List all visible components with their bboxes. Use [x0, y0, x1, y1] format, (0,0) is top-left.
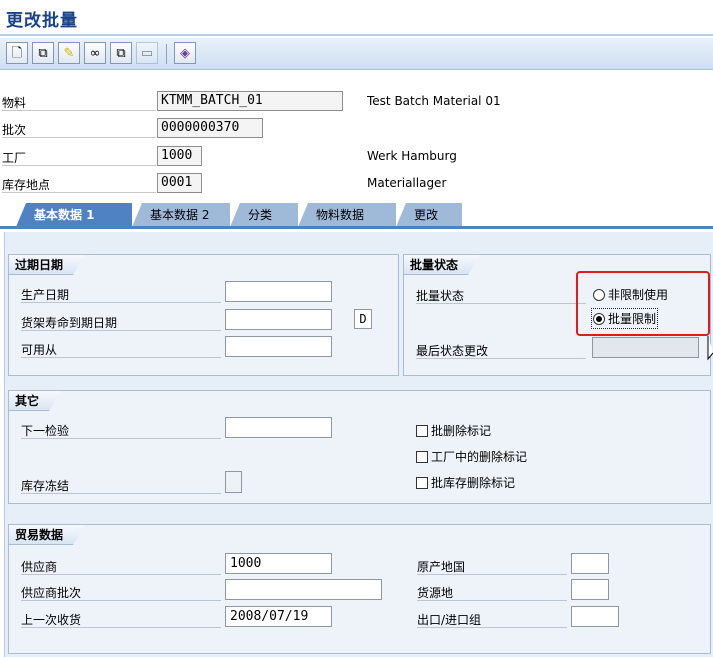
vendor-field[interactable]: 1000: [225, 553, 332, 574]
mouse-cursor-icon: [707, 336, 713, 361]
batch-deletion-label: 批删除标记: [431, 424, 492, 438]
label-underline: [21, 357, 221, 358]
eraser-icon[interactable]: ◈: [174, 42, 196, 64]
group-title: 过期日期: [9, 255, 85, 275]
material-field[interactable]: KTMM_BATCH_01: [157, 91, 343, 111]
shelf-life-label: 货架寿命到期日期: [21, 316, 118, 330]
plant-description: Werk Hamburg: [367, 149, 457, 163]
region-of-origin-label: 货源地: [417, 586, 454, 600]
storage-location-description: Materiallager: [367, 176, 447, 190]
label-underline: [21, 493, 221, 494]
new-page-icon[interactable]: 🗋: [6, 42, 28, 64]
label-underline: [21, 627, 221, 628]
label-underline: [21, 438, 221, 439]
production-date-field[interactable]: [225, 281, 332, 302]
batch-field[interactable]: 0000000370: [157, 118, 263, 138]
plant-deletion-flag[interactable]: 工厂中的删除标记: [416, 448, 527, 465]
shelf-life-date-field[interactable]: [225, 309, 332, 330]
title-divider: [0, 34, 713, 36]
tab-strip: 基本数据 1 基本数据 2 分类 物料数据 更改: [0, 200, 713, 228]
label-underline: [21, 600, 221, 601]
copy-icon[interactable]: ⧉: [32, 42, 54, 64]
glasses-display-icon[interactable]: ∞: [84, 42, 106, 64]
highlight-box: [576, 271, 710, 336]
group-title: 批量状态: [404, 255, 480, 275]
available-from-label: 可用从: [21, 343, 58, 357]
label-underline: [416, 303, 586, 304]
storage-location-label: 库存地点: [2, 178, 51, 192]
stock-freeze-field[interactable]: [225, 471, 242, 493]
other-group: 其它 下一检验 库存冻结: [8, 390, 711, 504]
label-underline: [417, 600, 567, 601]
batch-deletion-checkbox[interactable]: [416, 424, 428, 437]
expiry-date-group: 过期日期 生产日期 货架寿命到期日期 D 可用从: [8, 254, 399, 376]
tab-classification[interactable]: 分类: [230, 203, 298, 227]
available-from-field[interactable]: [225, 336, 332, 357]
label-underline: [21, 302, 221, 303]
batch-status-label: 批量状态: [416, 289, 465, 303]
group-title: 贸易数据: [9, 525, 85, 545]
label-underline: [2, 110, 156, 111]
last-status-change-field: [592, 337, 699, 358]
edit-pencil-icon[interactable]: ✎: [58, 42, 80, 64]
label-underline: [2, 165, 156, 166]
export-import-group-label: 出口/进口组: [417, 613, 482, 627]
label-underline: [416, 358, 586, 359]
region-of-origin-field[interactable]: [571, 579, 609, 600]
next-inspection-field[interactable]: [225, 417, 332, 438]
group-title: 其它: [9, 391, 61, 411]
last-status-change-label: 最后状态更改: [416, 344, 489, 358]
vendor-batch-field[interactable]: [225, 579, 382, 600]
tab-divider: [0, 226, 713, 229]
label-underline: [21, 574, 221, 575]
production-date-label: 生产日期: [21, 288, 70, 302]
page-title: 更改批量: [6, 11, 78, 31]
country-of-origin-label: 原产地国: [417, 560, 466, 574]
tab-changes[interactable]: 更改: [396, 203, 462, 227]
storage-location-field[interactable]: 0001: [157, 173, 202, 193]
last-goods-receipt-label: 上一次收货: [21, 613, 82, 627]
next-inspection-label: 下一检验: [21, 424, 70, 438]
material-label: 物料: [2, 96, 27, 110]
vendor-label: 供应商: [21, 560, 58, 574]
tab-material-data[interactable]: 物料数据: [298, 203, 396, 227]
label-underline: [2, 137, 156, 138]
period-indicator-field[interactable]: D: [354, 309, 372, 329]
material-description: Test Batch Material 01: [367, 94, 501, 108]
export-import-group-field[interactable]: [571, 606, 619, 627]
plant-field[interactable]: 1000: [157, 146, 202, 166]
batch-deletion-flag[interactable]: 批删除标记: [416, 422, 491, 439]
country-of-origin-field[interactable]: [571, 553, 609, 574]
vendor-batch-label: 供应商批次: [21, 586, 82, 600]
toolbar-separator: [166, 44, 167, 64]
label-underline: [21, 330, 221, 331]
label-underline: [417, 574, 567, 575]
stock-deletion-flag[interactable]: 批库存删除标记: [416, 474, 515, 491]
stock-deletion-label: 批库存删除标记: [431, 476, 516, 490]
last-goods-receipt-field[interactable]: 2008/07/19: [225, 606, 332, 627]
tab-basic-data-2[interactable]: 基本数据 2: [132, 203, 230, 227]
stock-freeze-label: 库存冻结: [21, 479, 70, 493]
tab-basic-data-1[interactable]: 基本数据 1: [16, 203, 132, 227]
application-toolbar: 🗋 ⧉ ✎ ∞ ⧉ ▭ ◈: [0, 38, 713, 70]
plant-deletion-label: 工厂中的删除标记: [431, 450, 528, 464]
label-underline: [417, 627, 567, 628]
disabled-icon: ▭: [136, 42, 158, 64]
plant-deletion-checkbox[interactable]: [416, 450, 428, 463]
stock-deletion-checkbox[interactable]: [416, 476, 428, 489]
toggle-icon[interactable]: ⧉: [110, 42, 132, 64]
trade-data-group: 贸易数据 供应商 1000 供应商批次 上一次收货 2008/07/19 原产地…: [8, 524, 711, 654]
batch-label: 批次: [2, 123, 27, 137]
label-underline: [2, 192, 156, 193]
plant-label: 工厂: [2, 151, 27, 165]
